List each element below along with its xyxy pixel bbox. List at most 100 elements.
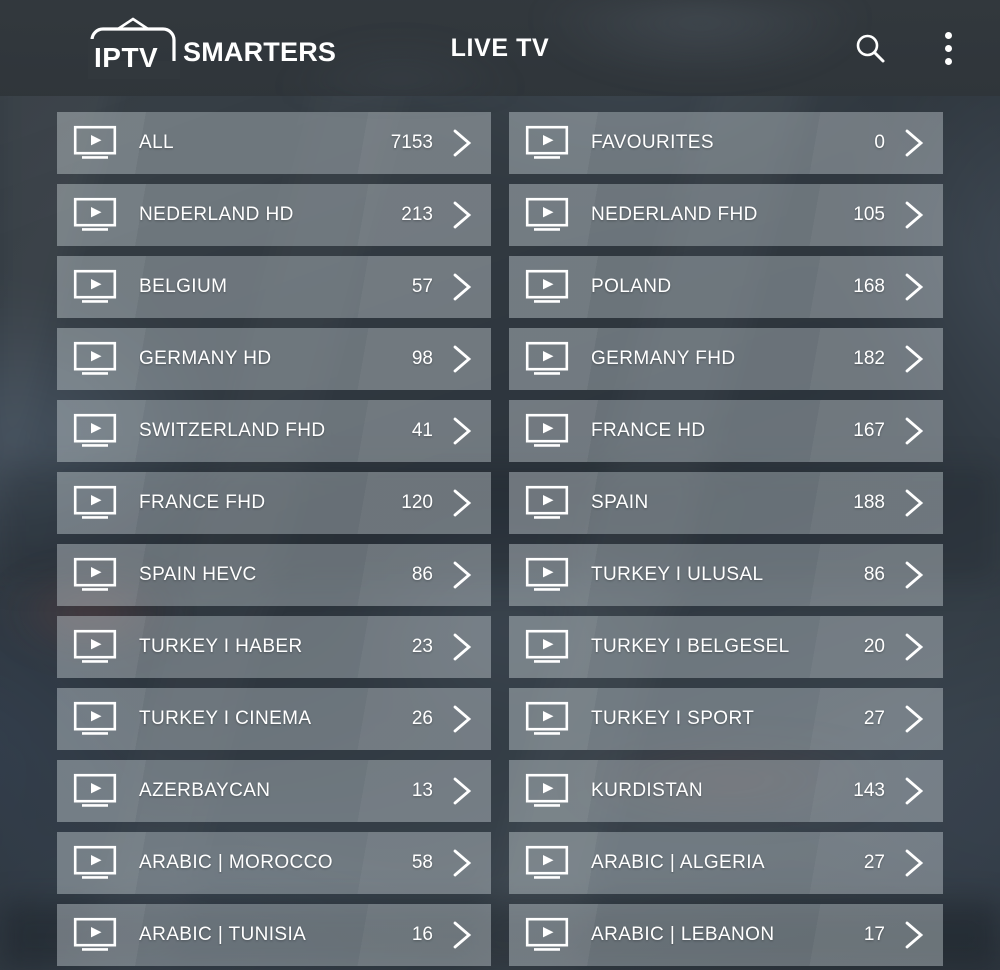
category-row[interactable]: FRANCE FHD 120 [57,472,491,534]
header-actions [848,0,970,96]
search-button[interactable] [848,26,892,70]
chevron-right-icon[interactable] [447,774,477,808]
chevron-right-icon[interactable] [447,702,477,736]
category-count: 20 [863,636,885,657]
chevron-right-icon[interactable] [899,126,929,160]
tv-play-icon [73,629,117,665]
tv-play-icon [525,485,569,521]
chevron-right-icon[interactable] [899,846,929,880]
category-label: TURKEY I CINEMA [139,708,312,729]
category-row[interactable]: NEDERLAND FHD 105 [509,184,943,246]
category-row[interactable]: TURKEY I SPORT 27 [509,688,943,750]
category-row[interactable]: FRANCE HD 167 [509,400,943,462]
category-count: 98 [411,348,433,369]
category-count: 13 [411,780,433,801]
category-row[interactable]: ARABIC | ALGERIA 27 [509,832,943,894]
tv-play-icon [525,557,569,593]
category-grid: ALL 7153 FAVOURITES 0 NEDERLAND HD 213 NEDERLA… [0,96,1000,970]
chevron-right-icon[interactable] [899,630,929,664]
chevron-right-icon[interactable] [447,198,477,232]
category-row[interactable]: KURDISTAN 143 [509,760,943,822]
chevron-right-icon[interactable] [899,918,929,952]
chevron-right-icon[interactable] [899,270,929,304]
category-count: 58 [411,852,433,873]
category-label: ALL [139,132,175,153]
chevron-right-icon[interactable] [447,270,477,304]
category-row[interactable]: TURKEY I BELGESEL 20 [509,616,943,678]
chevron-right-icon[interactable] [899,198,929,232]
category-count: 188 [853,492,885,513]
chevron-right-icon[interactable] [899,342,929,376]
chevron-right-icon[interactable] [899,774,929,808]
chevron-right-icon[interactable] [447,342,477,376]
tv-play-icon [73,125,117,161]
dot [944,44,952,52]
category-row[interactable]: TURKEY I CINEMA 26 [57,688,491,750]
logo-iptv-text: IPTV [94,42,158,73]
category-label: SWITZERLAND FHD [139,420,326,441]
tv-play-icon [73,413,117,449]
chevron-right-icon[interactable] [447,486,477,520]
tv-play-icon [525,773,569,809]
category-row[interactable]: POLAND 168 [509,256,943,318]
category-count: 182 [853,348,885,369]
category-row[interactable]: GERMANY FHD 182 [509,328,943,390]
chevron-right-icon[interactable] [899,558,929,592]
category-label: NEDERLAND FHD [591,204,758,225]
tv-play-icon [525,197,569,233]
category-label: ARABIC | LEBANON [591,924,775,945]
chevron-right-icon[interactable] [899,702,929,736]
iptv-tv-logo-icon: IPTV [88,17,180,79]
category-count: 86 [863,564,885,585]
category-count: 16 [411,924,433,945]
category-count: 26 [411,708,433,729]
category-row[interactable]: TURKEY I HABER 23 [57,616,491,678]
category-row[interactable]: BELGIUM 57 [57,256,491,318]
overflow-menu-button[interactable] [926,26,970,70]
category-label: BELGIUM [139,276,228,297]
category-row[interactable]: ARABIC | MOROCCO 58 [57,832,491,894]
tv-play-icon [525,125,569,161]
tv-play-icon [525,269,569,305]
category-label: AZERBAYCAN [139,780,271,801]
category-row[interactable]: ARABIC | TUNISIA 16 [57,904,491,966]
chevron-right-icon[interactable] [447,414,477,448]
category-row[interactable]: AZERBAYCAN 13 [57,760,491,822]
tv-play-icon [73,557,117,593]
tv-play-icon [73,485,117,521]
category-row[interactable]: NEDERLAND HD 213 [57,184,491,246]
tv-play-icon [73,197,117,233]
chevron-right-icon[interactable] [447,126,477,160]
chevron-right-icon[interactable] [447,630,477,664]
category-row[interactable]: FAVOURITES 0 [509,112,943,174]
tv-play-icon [525,341,569,377]
chevron-right-icon[interactable] [447,558,477,592]
search-icon [856,34,885,63]
category-row[interactable]: SPAIN 188 [509,472,943,534]
category-count: 57 [411,276,433,297]
category-row[interactable]: ALL 7153 [57,112,491,174]
tv-play-icon [73,341,117,377]
dot [944,31,952,39]
category-row[interactable]: GERMANY HD 98 [57,328,491,390]
category-count: 168 [853,276,885,297]
tv-play-icon [73,917,117,953]
tv-play-icon [73,845,117,881]
category-count: 143 [853,780,885,801]
tv-play-icon [73,773,117,809]
app-header: IPTV SMARTERS LIVE TV [0,0,1000,96]
category-count: 0 [874,132,885,153]
app-logo: IPTV SMARTERS [88,17,336,79]
tv-play-icon [73,701,117,737]
category-label: FRANCE HD [591,420,706,441]
chevron-right-icon[interactable] [447,918,477,952]
category-row[interactable]: SPAIN HEVC 86 [57,544,491,606]
chevron-right-icon[interactable] [899,414,929,448]
category-count: 167 [853,420,885,441]
category-row[interactable]: SWITZERLAND FHD 41 [57,400,491,462]
chevron-right-icon[interactable] [899,486,929,520]
category-label: ARABIC | ALGERIA [591,852,765,873]
category-row[interactable]: TURKEY I ULUSAL 86 [509,544,943,606]
chevron-right-icon[interactable] [447,846,477,880]
category-row[interactable]: ARABIC | LEBANON 17 [509,904,943,966]
